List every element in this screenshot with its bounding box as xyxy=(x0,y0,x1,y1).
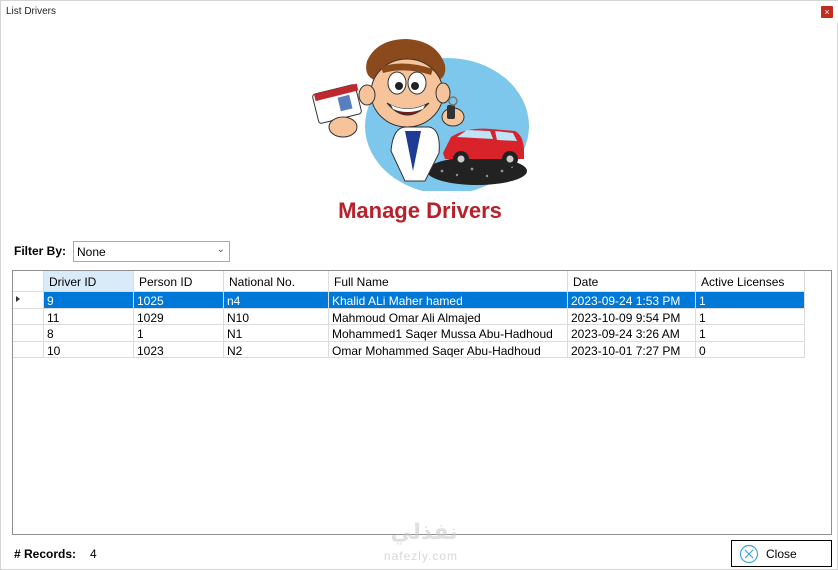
cell-date[interactable]: 2023-10-09 9:54 PM xyxy=(568,308,696,325)
cell-date[interactable]: 2023-09-24 1:53 PM xyxy=(568,292,696,309)
cell-date[interactable]: 2023-09-24 3:26 AM xyxy=(568,325,696,342)
watermark-url: nafezly.com xyxy=(383,549,459,563)
table-row[interactable]: 10 1023 N2 Omar Mohammed Saqer Abu-Hadho… xyxy=(13,341,805,358)
cell-full-name[interactable]: Mahmoud Omar Ali Almajed xyxy=(329,308,568,325)
title-bar: List Drivers × xyxy=(1,1,838,23)
records-count: 4 xyxy=(90,547,97,561)
column-header-person-id[interactable]: Person ID xyxy=(134,271,224,292)
filter-label: Filter By: xyxy=(14,244,67,258)
cell-date[interactable]: 2023-10-01 7:27 PM xyxy=(568,341,696,358)
filter-selected-value: None xyxy=(77,245,106,259)
records-label: # Records: xyxy=(14,547,77,561)
row-header[interactable] xyxy=(13,308,44,325)
cell-active-licenses[interactable]: 0 xyxy=(696,341,805,358)
close-circle-icon xyxy=(739,544,759,564)
cell-national-no[interactable]: n4 xyxy=(224,292,329,309)
cell-person-id[interactable]: 1 xyxy=(134,325,224,342)
driver-illustration xyxy=(312,39,529,191)
window-close-icon[interactable]: × xyxy=(821,6,833,18)
watermark-logo: نفذلي xyxy=(390,519,458,544)
column-header-national-no[interactable]: National No. xyxy=(224,271,329,292)
close-button-label: Close xyxy=(766,547,797,561)
chevron-down-icon: ⌄ xyxy=(216,244,225,255)
table-row[interactable]: 8 1 N1 Mohammed1 Saqer Mussa Abu-Hadhoud… xyxy=(13,325,805,342)
cell-driver-id[interactable]: 8 xyxy=(44,325,134,342)
table-row[interactable]: 11 1029 N10 Mahmoud Omar Ali Almajed 202… xyxy=(13,308,805,325)
cell-driver-id[interactable]: 10 xyxy=(44,341,134,358)
table-body: 9 1025 n4 Khalid ALi Maher hamed 2023-09… xyxy=(13,292,805,358)
cell-driver-id[interactable]: 11 xyxy=(44,308,134,325)
cell-full-name[interactable]: Mohammed1 Saqer Mussa Abu-Hadhoud xyxy=(329,325,568,342)
cell-national-no[interactable]: N2 xyxy=(224,341,329,358)
cell-person-id[interactable]: 1023 xyxy=(134,341,224,358)
list-drivers-window: List Drivers × Manage Drivers Filter By:… xyxy=(0,0,838,570)
cell-national-no[interactable]: N1 xyxy=(224,325,329,342)
row-header[interactable] xyxy=(13,292,44,309)
table-header: Driver ID Person ID National No. Full Na… xyxy=(13,271,805,292)
row-pointer-icon xyxy=(16,296,20,302)
cell-active-licenses[interactable]: 1 xyxy=(696,308,805,325)
page-title: Manage Drivers xyxy=(338,198,502,223)
cell-person-id[interactable]: 1029 xyxy=(134,308,224,325)
table-row[interactable]: 9 1025 n4 Khalid ALi Maher hamed 2023-09… xyxy=(13,292,805,309)
cell-person-id[interactable]: 1025 xyxy=(134,292,224,309)
row-header-corner xyxy=(13,271,44,292)
row-header[interactable] xyxy=(13,325,44,342)
cell-active-licenses[interactable]: 1 xyxy=(696,325,805,342)
drivers-table[interactable]: Driver ID Person ID National No. Full Na… xyxy=(12,270,832,535)
close-button[interactable]: Close xyxy=(731,540,832,567)
column-header-driver-id[interactable]: Driver ID xyxy=(44,271,134,292)
cell-national-no[interactable]: N10 xyxy=(224,308,329,325)
column-header-active-licenses[interactable]: Active Licenses xyxy=(696,271,805,292)
cell-active-licenses[interactable]: 1 xyxy=(696,292,805,309)
cell-full-name[interactable]: Khalid ALi Maher hamed xyxy=(329,292,568,309)
cell-full-name[interactable]: Omar Mohammed Saqer Abu-Hadhoud xyxy=(329,341,568,358)
filter-dropdown[interactable]: None ⌄ xyxy=(73,241,230,262)
cell-driver-id[interactable]: 9 xyxy=(44,292,134,309)
row-header[interactable] xyxy=(13,341,44,358)
column-header-date[interactable]: Date xyxy=(568,271,696,292)
window-title: List Drivers xyxy=(6,6,57,17)
column-header-full-name[interactable]: Full Name xyxy=(329,271,568,292)
